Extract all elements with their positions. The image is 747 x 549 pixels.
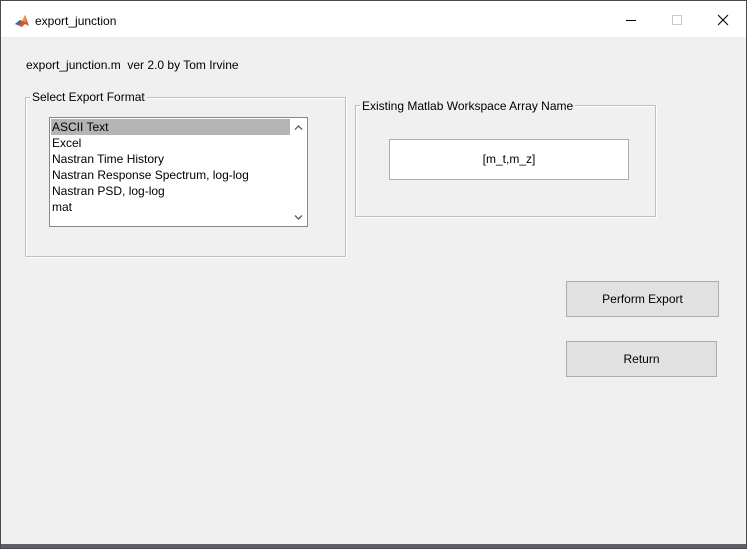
minimize-button[interactable]: [608, 1, 654, 37]
list-item[interactable]: mat: [51, 199, 290, 215]
app-window: export_junction export_junction.m ver 2.…: [0, 0, 747, 549]
list-item[interactable]: ASCII Text: [51, 119, 290, 135]
return-button[interactable]: Return: [566, 341, 717, 377]
window-bottom-border: [1, 544, 746, 548]
list-item[interactable]: Nastran Time History: [51, 151, 290, 167]
listbox-scrollbar[interactable]: [290, 118, 307, 226]
title-bar[interactable]: export_junction: [1, 1, 746, 37]
window-title: export_junction: [35, 14, 117, 28]
close-button[interactable]: [700, 1, 746, 37]
array-name-field[interactable]: [m_t,m_z]: [389, 139, 629, 180]
list-item[interactable]: Excel: [51, 135, 290, 151]
list-item[interactable]: Nastran PSD, log-log: [51, 183, 290, 199]
chevron-up-icon[interactable]: [294, 123, 303, 132]
export-format-group-title: Select Export Format: [30, 90, 147, 104]
array-name-group-title: Existing Matlab Workspace Array Name: [360, 99, 576, 113]
version-label: export_junction.m ver 2.0 by Tom Irvine: [26, 58, 239, 72]
maximize-icon: [672, 15, 682, 25]
close-icon: [717, 14, 729, 26]
maximize-button[interactable]: [654, 1, 700, 37]
chevron-down-icon[interactable]: [294, 213, 303, 222]
matlab-icon: [14, 13, 30, 29]
perform-export-button[interactable]: Perform Export: [566, 281, 719, 317]
export-format-listbox[interactable]: ASCII Text Excel Nastran Time History Na…: [49, 117, 308, 227]
minimize-icon: [626, 20, 636, 21]
list-item[interactable]: Nastran Response Spectrum, log-log: [51, 167, 290, 183]
